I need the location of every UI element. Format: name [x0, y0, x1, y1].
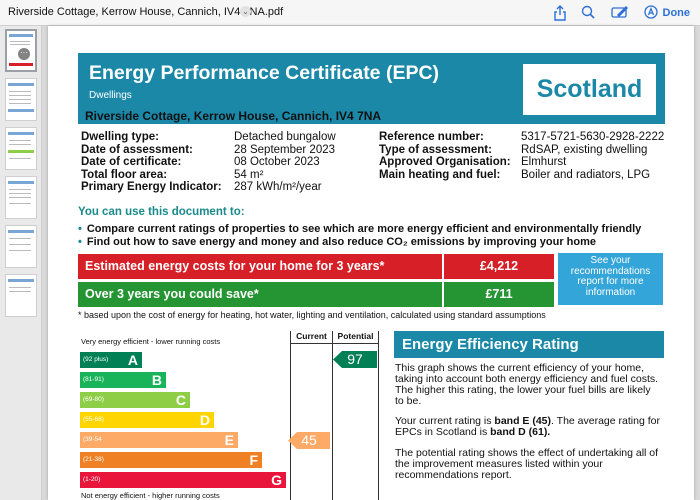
average-band-text: band D (61). [490, 426, 551, 438]
footnote: * based upon the cost of energy for heat… [78, 310, 546, 320]
band-range: (1-20) [83, 476, 101, 483]
band-letter: A [127, 352, 138, 368]
field-label: Reference number: [379, 131, 484, 143]
list-item: • Compare current ratings of properties t… [78, 223, 642, 235]
field-value: 54 m² [234, 168, 264, 181]
field-value: 287 kWh/m²/year [234, 181, 322, 193]
page-thumbnail-1[interactable]: ··· [5, 29, 37, 72]
band-letter: D [199, 412, 210, 428]
page-thumbnail-5[interactable] [5, 225, 37, 268]
band-range: (21-38) [83, 456, 104, 463]
bullet-text: Find out how to save energy and money an… [86, 236, 597, 248]
field-label: Total floor area: [81, 168, 168, 181]
current-column-header: Current [296, 331, 327, 341]
field-label: Type of assessment: [379, 143, 492, 156]
field-label: Primary Energy Indicator: [81, 181, 222, 193]
band-letter: F [249, 452, 258, 468]
more-options-icon[interactable]: ··· [18, 48, 30, 60]
band-range: (55-68) [83, 416, 104, 423]
rating-band-b: (81-91) B [80, 372, 166, 388]
field-value: 08 October 2023 [234, 156, 320, 168]
field-value: RdSAP, existing dwelling [521, 143, 648, 156]
chart-top-label: Very energy efficient - lower running co… [81, 337, 221, 346]
eer-paragraph-2: Your current rating is band E (45). The … [395, 416, 660, 438]
cost-label: Over 3 years you could save* [78, 282, 442, 307]
eer-paragraph-1: This graph shows the current efficiency … [395, 362, 659, 407]
potential-rating-value: 97 [347, 351, 363, 367]
current-rating-arrow: 45 [288, 432, 330, 449]
potential-column-header: Potential [337, 331, 374, 341]
page-thumbnail-4[interactable] [5, 176, 37, 219]
use-document-heading: You can use this document to: [78, 206, 245, 218]
field-value: Detached bungalow [234, 131, 336, 143]
property-address: Riverside Cottage, Kerrow House, Cannich… [85, 109, 382, 123]
chart-divider [290, 331, 291, 500]
rating-band-f: (21-38) F [80, 452, 262, 468]
chart-bottom-label: Not energy efficient - higher running co… [81, 491, 220, 500]
toolbar: Riverside Cottage, Kerrow House, Cannich… [0, 0, 700, 26]
field-label: Date of certificate: [81, 156, 182, 168]
cost-value: £4,212 [444, 254, 554, 279]
band-range: (39-54 [83, 436, 102, 443]
page-thumbnails-sidebar: ··· [0, 26, 42, 500]
rating-band-g: (1-20) G [80, 472, 286, 488]
field-value: Elmhurst [521, 156, 567, 168]
band-range: (81-91) [83, 376, 104, 383]
chevron-down-icon[interactable]: ⌄ [240, 6, 251, 17]
band-letter: E [224, 432, 234, 448]
field-value: 5317-5721-5630-2928-2222 [521, 131, 665, 143]
search-icon[interactable] [580, 5, 596, 21]
current-rating-value: 45 [301, 432, 317, 448]
list-item: • Find out how to save energy and money a… [78, 236, 597, 248]
done-button[interactable]: Done [663, 7, 691, 19]
certificate-subtitle: Dwellings [89, 90, 132, 101]
markup-icon[interactable] [611, 5, 628, 21]
recommendations-link[interactable]: See your recommendations report for more… [558, 253, 663, 305]
account-icon[interactable] [643, 5, 659, 21]
rating-band-d: (55-68) D [80, 412, 214, 428]
cost-value: £711 [444, 282, 554, 307]
band-letter: G [271, 472, 282, 488]
rating-band-a: (92 plus) A [80, 352, 142, 368]
band-range: (69-80) [83, 396, 104, 403]
cost-label: Estimated energy costs for your home for… [78, 254, 442, 279]
field-label: Date of assessment: [81, 143, 193, 156]
chart-header-line [290, 343, 379, 344]
rating-band-c: (69-80) C [80, 392, 190, 408]
page-thumbnail-6[interactable] [5, 274, 37, 317]
share-icon[interactable] [552, 5, 568, 21]
rating-band-e: (39-54 E [80, 432, 238, 448]
potential-rating-arrow: 97 [333, 351, 377, 368]
bullet-text: Compare current ratings of properties to… [86, 223, 642, 235]
field-value: Boiler and radiators, LPG [521, 168, 651, 181]
field-label: Dwelling type: [81, 131, 159, 143]
country-label: Scotland [523, 64, 656, 115]
page-thumbnail-2[interactable] [5, 78, 37, 121]
page-thumbnail-3[interactable] [5, 127, 37, 170]
field-label: Approved Organisation: [379, 156, 511, 168]
certificate-title: Energy Performance Certificate (EPC) [89, 62, 440, 84]
band-letter: B [151, 372, 162, 388]
document-page: Energy Performance Certificate (EPC) Dwe… [48, 26, 694, 500]
eer-paragraph-3: The potential rating shows the effect of… [395, 447, 659, 481]
eer-heading: Energy Efficiency Rating [394, 331, 664, 358]
band-letter: C [175, 392, 186, 408]
chart-divider [378, 331, 379, 500]
band-range: (92 plus) [83, 356, 109, 363]
field-label: Main heating and fuel: [379, 168, 501, 181]
field-value: 28 September 2023 [234, 143, 336, 156]
